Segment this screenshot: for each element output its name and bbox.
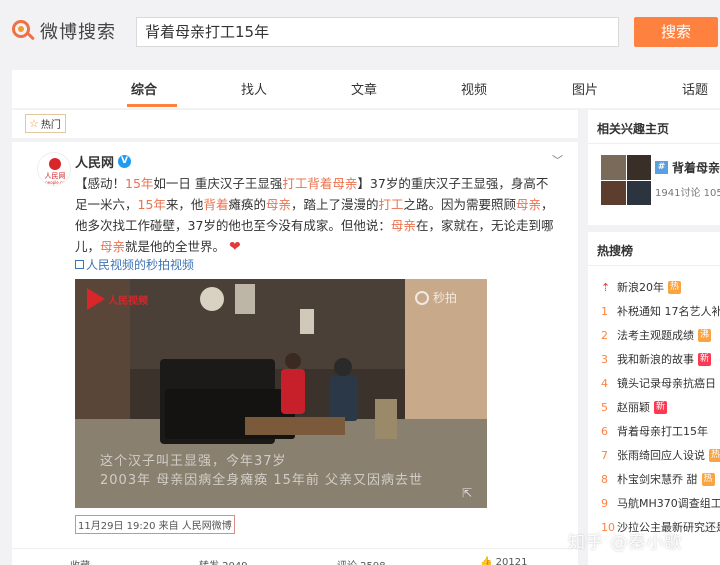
search-tabs: 综合 找人 文章 视频 图片 话题 xyxy=(12,70,720,108)
interest-panel-title: 相关兴趣主页 xyxy=(597,122,670,136)
author-name[interactable]: 人民网 V xyxy=(75,152,132,171)
search-logo-icon xyxy=(10,18,36,44)
chevron-down-icon[interactable]: ﹀ xyxy=(552,152,563,168)
hot-search-label: 张雨绮回应人设说 xyxy=(617,449,705,462)
related-interest-panel: 相关兴趣主页 # 背着母亲 1941讨论 1056 xyxy=(588,110,720,225)
logo-text: 微博搜索 xyxy=(40,22,116,43)
tab-comprehensive[interactable]: 综合 xyxy=(131,79,157,98)
hot-search-label: 我和新浪的故事 xyxy=(617,353,694,366)
hot-badge: 沸 xyxy=(698,328,712,342)
video-link-label: 人民视频的秒拍视频 xyxy=(86,258,195,272)
post-text: 【感动！15年如一日 重庆汉子王显强打工背着母亲】37岁的重庆汉子王显强，身高不… xyxy=(75,176,554,255)
weibo-search-logo[interactable]: 微博搜索 xyxy=(10,18,116,44)
hot-search-item[interactable]: 8 朴宝剑宋慧乔 甜热 xyxy=(601,470,715,488)
hot-badge: 热 xyxy=(701,472,715,486)
tab-articles[interactable]: 文章 xyxy=(351,79,377,98)
hot-filter-bar: ☆ 热门 xyxy=(12,110,578,138)
heart-icon: ❤ xyxy=(229,239,241,255)
hot-search-label: 赵丽颖 xyxy=(617,401,650,414)
topic-name: 背着母亲 xyxy=(672,161,720,175)
hot-search-item[interactable]: 3 我和新浪的故事新 xyxy=(601,350,712,368)
hot-badge: 热 xyxy=(668,280,682,294)
avatar[interactable]: 人民网 people.cn xyxy=(37,152,71,186)
hot-rank-number: 5 xyxy=(601,400,608,414)
hot-search-item[interactable]: 5 赵丽颖新 xyxy=(601,398,668,416)
search-input[interactable]: 背着母亲打工15年 xyxy=(136,17,619,47)
hot-search-item[interactable]: 9 马航MH370调查组工 xyxy=(601,494,720,512)
hot-badge: 新 xyxy=(654,400,668,414)
forward-button[interactable]: 转发 2049 xyxy=(199,557,248,565)
hot-rank-number: 6 xyxy=(601,424,608,438)
video-caption-line2: 2003年 母亲因病全身瘫痪 15年前 父亲又因病去世 xyxy=(100,473,424,488)
hot-rank-number: 1 xyxy=(601,304,608,318)
hot-search-item[interactable]: 2 法考主观题成绩沸 xyxy=(601,326,712,344)
star-icon: ☆ xyxy=(29,117,39,130)
hot-rank-number: 3 xyxy=(601,352,608,366)
fullscreen-icon[interactable]: ⇱ xyxy=(462,486,472,500)
verified-icon: V xyxy=(118,155,132,168)
tab-people[interactable]: 找人 xyxy=(241,79,267,98)
topic-hash-icon: # xyxy=(655,161,668,174)
zhihu-watermark: 知乎 @秦小歌 xyxy=(568,533,683,553)
hot-search-label: 马航MH370调查组工 xyxy=(617,497,720,510)
tab-images[interactable]: 图片 xyxy=(572,79,598,98)
video-caption-line1: 这个汉子叫王显强，今年37岁 xyxy=(100,454,287,469)
video-source-logo: 人民视频 xyxy=(87,288,148,310)
like-button[interactable]: 👍 20121 xyxy=(480,557,527,565)
hot-search-label: 法考主观题成绩 xyxy=(617,329,694,342)
hot-search-item[interactable]: ⇡ 新浪20年热 xyxy=(601,278,682,296)
hot-filter-tag[interactable]: ☆ 热门 xyxy=(25,114,66,133)
hot-tag-label: 热门 xyxy=(40,120,61,131)
hot-search-label: 背着母亲打工15年 xyxy=(617,425,708,438)
hot-search-label: 镜头记录母亲抗癌日 xyxy=(617,377,716,390)
post-meta[interactable]: 11月29日 19:20 来自 人民网微博 xyxy=(75,515,235,534)
hot-rank-number: 2 xyxy=(601,328,608,342)
post-card: 人民网 people.cn 人民网 V ﹀ 【感动！15年如一日 重庆汉子王显强… xyxy=(12,142,578,565)
tab-videos[interactable]: 视频 xyxy=(461,79,487,98)
svg-text:people.cn: people.cn xyxy=(45,180,65,185)
search-button[interactable]: 搜索 xyxy=(634,17,718,47)
hot-search-label: 补税通知 17名艺人补 xyxy=(617,305,720,318)
pinned-top-icon: ⇡ xyxy=(601,280,611,294)
video-player[interactable]: 人民视频 秒拍 这个汉子叫王显强，今年37岁 2003年 母亲因病全身瘫痪 15… xyxy=(75,279,487,508)
top-bar: 微博搜索 背着母亲打工15年 搜索 xyxy=(0,0,720,64)
thumbs-up-icon: 👍 xyxy=(480,557,493,565)
hot-search-item[interactable]: 7 张雨绮回应人设说热 xyxy=(601,446,720,464)
tab-topics[interactable]: 话题 xyxy=(682,79,708,98)
hot-search-label: 朴宝剑宋慧乔 甜 xyxy=(617,473,698,486)
topic-stats: 1941讨论 1056 xyxy=(655,188,720,199)
video-link-icon xyxy=(75,260,84,269)
hot-rank-number: 9 xyxy=(601,496,608,510)
active-tab-indicator xyxy=(127,104,177,107)
miaopai-watermark: 秒拍 xyxy=(415,289,457,306)
divider xyxy=(588,265,720,266)
svg-text:人民网: 人民网 xyxy=(45,172,66,180)
hot-search-panel: 热搜榜 ⇡ 新浪20年热 1 补税通知 17名艺人补 2 法考主观题成绩沸 3 我和新浪的故事… xyxy=(588,232,720,565)
hot-rank-number: 7 xyxy=(601,448,608,462)
like-count: 20121 xyxy=(495,557,528,565)
hot-rank-number: 4 xyxy=(601,376,608,390)
hot-search-item[interactable]: 4 镜头记录母亲抗癌日 xyxy=(601,374,716,392)
divider xyxy=(588,143,720,144)
post-actions: 收藏 转发 2049 评论 2598 👍 20121 xyxy=(12,548,578,565)
video-link[interactable]: 人民视频的秒拍视频 xyxy=(75,256,194,273)
topic-thumbnail[interactable] xyxy=(601,155,651,205)
hot-rank-number: 8 xyxy=(601,472,608,486)
topic-link[interactable]: # 背着母亲 xyxy=(655,159,720,176)
hot-search-label: 新浪20年 xyxy=(617,281,664,294)
hot-badge: 新 xyxy=(698,352,712,366)
comment-button[interactable]: 评论 2598 xyxy=(337,557,386,565)
collect-button[interactable]: 收藏 xyxy=(70,557,90,565)
hot-badge: 热 xyxy=(709,448,720,462)
hot-search-item[interactable]: 6 背着母亲打工15年 xyxy=(601,422,708,440)
author-label: 人民网 xyxy=(75,156,115,171)
hot-search-item[interactable]: 1 补税通知 17名艺人补 xyxy=(601,302,720,320)
hot-panel-title: 热搜榜 xyxy=(597,244,634,258)
